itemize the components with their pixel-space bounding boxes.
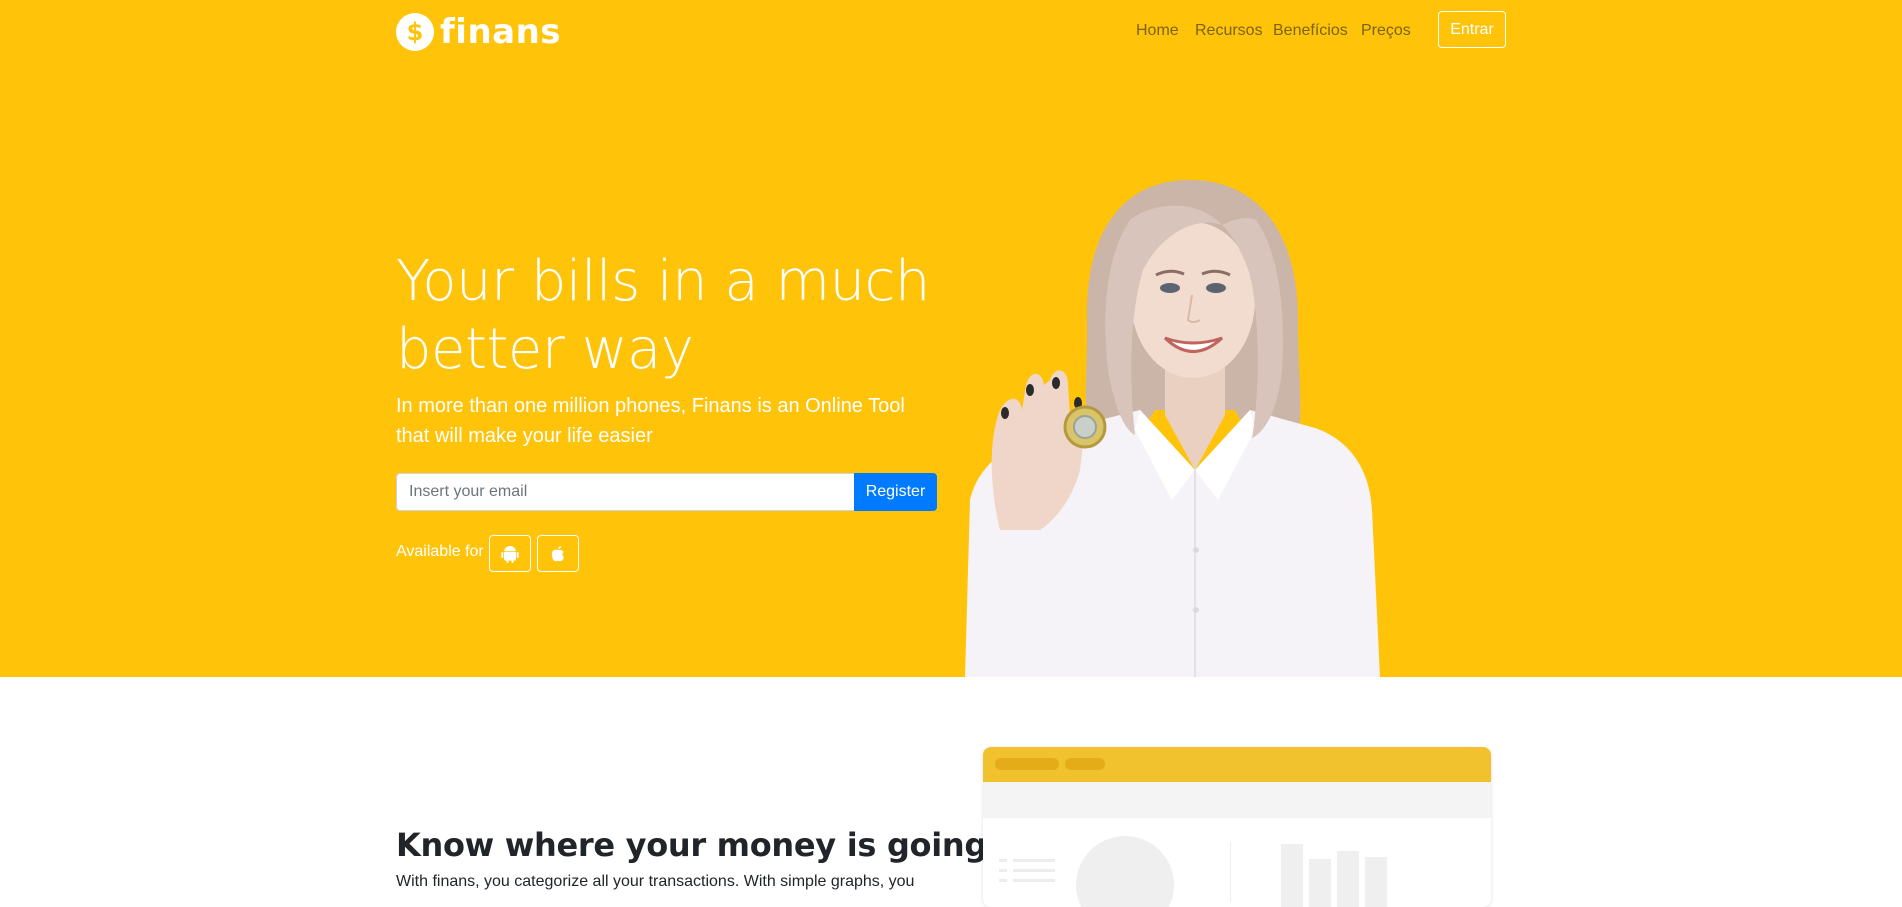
brand-name: finans bbox=[440, 12, 562, 52]
mockup-list-line bbox=[1013, 879, 1055, 882]
mockup-list-line bbox=[1013, 869, 1055, 872]
login-button[interactable]: Entrar bbox=[1438, 11, 1506, 48]
features-text: With finans, you categorize all your tra… bbox=[396, 873, 915, 890]
mockup-header-bar bbox=[983, 747, 1491, 782]
mockup-list-line bbox=[1013, 859, 1055, 862]
hero-headline: Your bills in a much better way bbox=[396, 248, 930, 384]
hero-subheadline: In more than one million phones, Finans … bbox=[396, 395, 905, 447]
hero-section bbox=[0, 0, 1902, 677]
mockup-pie-chart bbox=[1076, 836, 1174, 907]
nav-home[interactable]: Home bbox=[1136, 22, 1179, 40]
mockup-header-pill bbox=[995, 758, 1059, 770]
mockup-header-pill bbox=[1065, 758, 1105, 770]
mockup-bar bbox=[1281, 844, 1303, 907]
mockup-bar bbox=[1365, 857, 1387, 907]
app-dashboard-mockup bbox=[983, 747, 1491, 907]
nav-precos[interactable]: Preços bbox=[1361, 22, 1411, 40]
mockup-list-bullet bbox=[999, 859, 1007, 862]
hero-headline-line-2: better way bbox=[396, 317, 694, 382]
hero-headline-line-1: Your bills in a much bbox=[396, 249, 930, 314]
apple-button[interactable] bbox=[537, 535, 579, 572]
mockup-divider bbox=[1230, 842, 1231, 902]
mockup-bar bbox=[1337, 851, 1359, 907]
android-icon bbox=[501, 545, 519, 563]
dollar-coin-icon: $ bbox=[396, 13, 434, 51]
mockup-subheader bbox=[983, 782, 1491, 818]
mockup-list-bullet bbox=[999, 879, 1007, 882]
apple-icon bbox=[551, 545, 564, 561]
brand-logo[interactable]: $ finans bbox=[396, 12, 561, 52]
android-button[interactable] bbox=[489, 535, 531, 572]
mockup-bar bbox=[1309, 859, 1331, 907]
register-button[interactable]: Register bbox=[854, 473, 937, 511]
features-title: Know where your money is going to bbox=[396, 826, 1035, 864]
email-input[interactable] bbox=[396, 473, 854, 511]
mockup-list-bullet bbox=[999, 869, 1007, 872]
nav-beneficios[interactable]: Benefícios bbox=[1273, 22, 1348, 40]
nav-recursos[interactable]: Recursos bbox=[1195, 22, 1263, 40]
woman-holding-coin-image bbox=[965, 180, 1380, 677]
available-label: Available for bbox=[396, 543, 484, 560]
